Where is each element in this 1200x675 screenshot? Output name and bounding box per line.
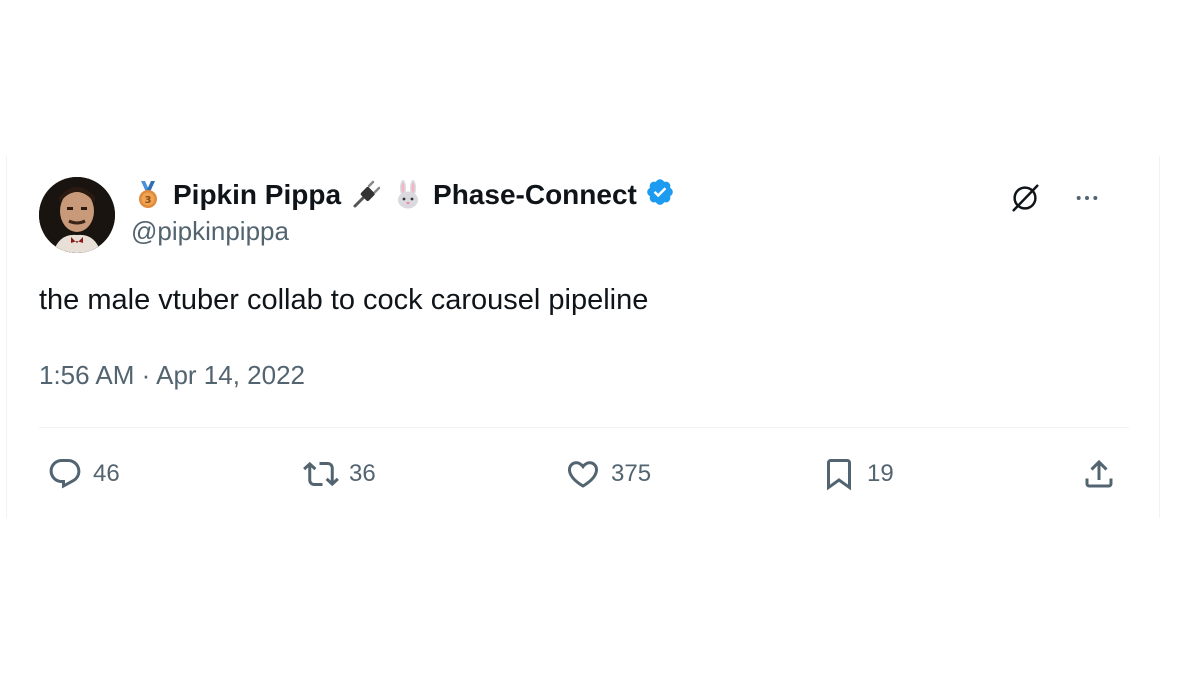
tweet-header: 3 Pipkin Pippa Phase-Connect @pipkinpipp… [131, 176, 1119, 246]
display-name[interactable]: Pipkin Pippa [173, 179, 341, 211]
plug-emoji-icon [349, 178, 383, 212]
heart-icon [567, 461, 599, 488]
more-options-icon[interactable] [1069, 180, 1105, 216]
repost-count: 36 [349, 460, 376, 487]
divider [39, 427, 1129, 428]
meta-separator: · [141, 360, 151, 390]
tweet-text: the male vtuber collab to cock carousel … [39, 284, 649, 316]
share-button[interactable] [1081, 452, 1117, 496]
like-button[interactable]: 375 [565, 452, 651, 496]
medal-emoji-icon: 3 [131, 178, 165, 212]
reply-count: 46 [93, 460, 120, 487]
reply-icon [49, 459, 81, 489]
repost-icon [303, 461, 339, 487]
bookmark-icon [827, 459, 851, 491]
name-row: 3 Pipkin Pippa Phase-Connect [131, 176, 675, 214]
affiliation-name[interactable]: Phase-Connect [433, 179, 637, 211]
grok-icon[interactable] [1007, 180, 1043, 216]
tweet-time: 1:56 AM [39, 360, 135, 390]
rabbit-emoji-icon [391, 178, 425, 212]
share-icon [1085, 459, 1113, 488]
user-handle[interactable]: @pipkinpippa [131, 216, 289, 247]
svg-text:3: 3 [145, 195, 152, 206]
avatar-image [39, 177, 115, 253]
avatar[interactable] [39, 177, 115, 253]
action-bar: 46 36 375 19 [7, 452, 1159, 496]
tweet-date: Apr 14, 2022 [156, 360, 305, 390]
repost-button[interactable]: 36 [303, 452, 376, 496]
reply-button[interactable]: 46 [47, 452, 120, 496]
verified-badge-icon[interactable] [645, 177, 675, 214]
like-count: 375 [611, 460, 652, 487]
bookmark-count: 19 [867, 460, 894, 487]
bookmark-button[interactable]: 19 [821, 452, 894, 496]
tweet-timestamp[interactable]: 1:56 AM · Apr 14, 2022 [39, 360, 305, 391]
tweet-card: 3 Pipkin Pippa Phase-Connect @pipkinpipp… [6, 156, 1160, 518]
